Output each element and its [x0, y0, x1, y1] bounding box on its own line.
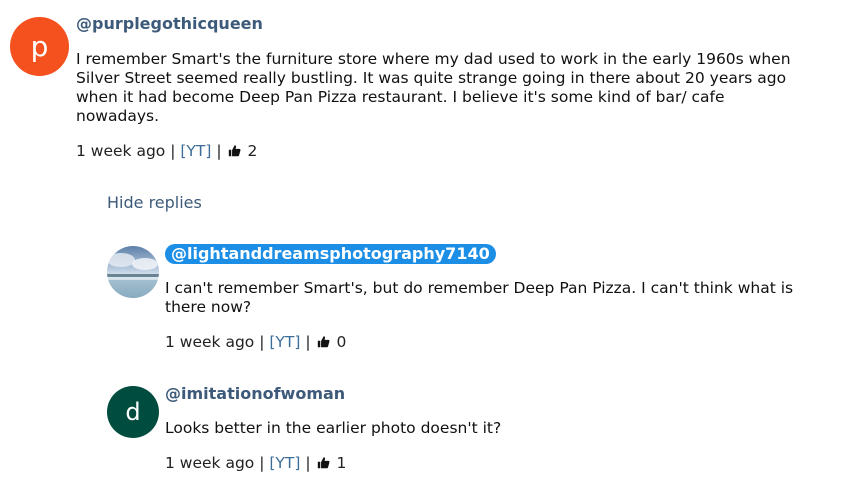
avatar[interactable]: p: [10, 17, 69, 76]
reply-time: 1 week ago: [165, 454, 255, 472]
separator: |: [170, 142, 176, 160]
yt-link[interactable]: [YT]: [180, 142, 211, 160]
thumbs-up-icon: [228, 145, 241, 157]
comment-time: 1 week ago: [76, 142, 166, 160]
hide-replies-button[interactable]: Hide replies: [107, 193, 202, 213]
separator: |: [259, 333, 265, 351]
thumbs-up-icon: [317, 457, 330, 469]
avatar-photo: [107, 246, 159, 298]
comment-text: I remember Smart's the furniture store w…: [76, 50, 791, 125]
reply-text: I can't remember Smart's, but do remembe…: [165, 279, 794, 316]
photo-avatar[interactable]: [107, 246, 159, 298]
like-count: 0: [336, 333, 347, 351]
reply-author[interactable]: @lightanddreamsphotography7140: [165, 244, 496, 264]
avatar[interactable]: d: [107, 386, 159, 438]
like-count: 1: [336, 454, 347, 472]
avatar-letter: p: [30, 30, 49, 63]
yt-link[interactable]: [YT]: [269, 333, 300, 351]
reply-meta: 1 week ago | [YT] | 0: [165, 332, 346, 352]
comment-meta: 1 week ago | [YT] | 2: [76, 141, 257, 161]
avatar-letter: d: [125, 398, 141, 426]
separator: |: [305, 333, 311, 351]
reply-meta: 1 week ago | [YT] | 1: [165, 453, 346, 473]
comment-author[interactable]: @purplegothicqueen: [76, 14, 263, 34]
thumbs-up-icon: [317, 336, 330, 348]
separator: |: [216, 142, 222, 160]
reply-text: Looks better in the earlier photo doesn'…: [165, 419, 502, 437]
reply-author[interactable]: @imitationofwoman: [165, 384, 345, 404]
separator: |: [305, 454, 311, 472]
reply-time: 1 week ago: [165, 333, 255, 351]
like-count: 2: [247, 142, 258, 160]
separator: |: [259, 454, 265, 472]
yt-link[interactable]: [YT]: [269, 454, 300, 472]
